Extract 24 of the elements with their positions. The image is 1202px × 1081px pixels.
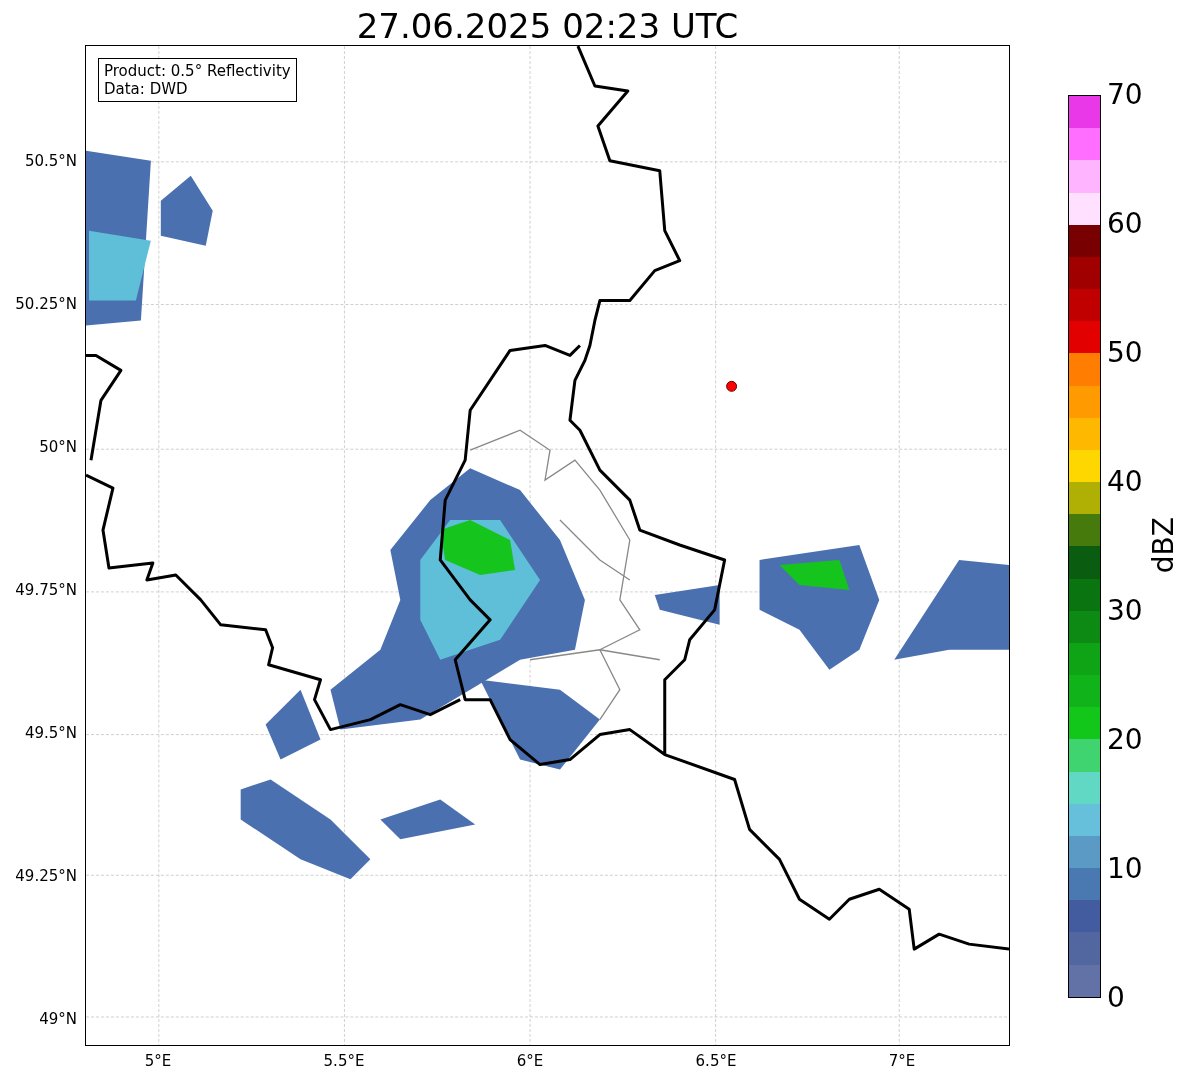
colorbar-tick-label: 50 [1107, 338, 1143, 368]
latitude-label: 49°N [39, 1010, 77, 1028]
colorbar-tick-label: 20 [1107, 725, 1143, 755]
colorbar-tick-label: 30 [1107, 596, 1143, 626]
latitude-label: 49.5°N [24, 724, 77, 742]
latitude-label: 50.5°N [24, 152, 77, 170]
colorbar-tick-label: 40 [1107, 467, 1143, 497]
colorbar-tick-label: 70 [1107, 80, 1143, 110]
colorbar-tick-label: 60 [1107, 209, 1143, 239]
longitude-label: 5°E [144, 1052, 172, 1070]
longitude-label: 6°E [516, 1052, 544, 1070]
info-text: Product: 0.5° Reflectivity [104, 62, 291, 80]
longitude-label: 6.5°E [695, 1052, 737, 1070]
latitude-label: 49.75°N [15, 581, 77, 599]
info-text: Data: DWD [104, 80, 189, 98]
longitude-label: 7°E [888, 1052, 916, 1070]
colorbar-label: dBZ [1147, 517, 1180, 574]
colorbar-tick-label: 10 [1107, 854, 1143, 884]
latitude-label: 50°N [39, 438, 77, 456]
colorbar-tick-label: 0 [1107, 983, 1125, 1013]
chart-title: 27.06.2025 02:23 UTC [355, 5, 740, 45]
longitude-label: 5.5°E [323, 1052, 365, 1070]
latitude-label: 50.25°N [15, 295, 77, 313]
latitude-label: 49.25°N [15, 867, 77, 885]
